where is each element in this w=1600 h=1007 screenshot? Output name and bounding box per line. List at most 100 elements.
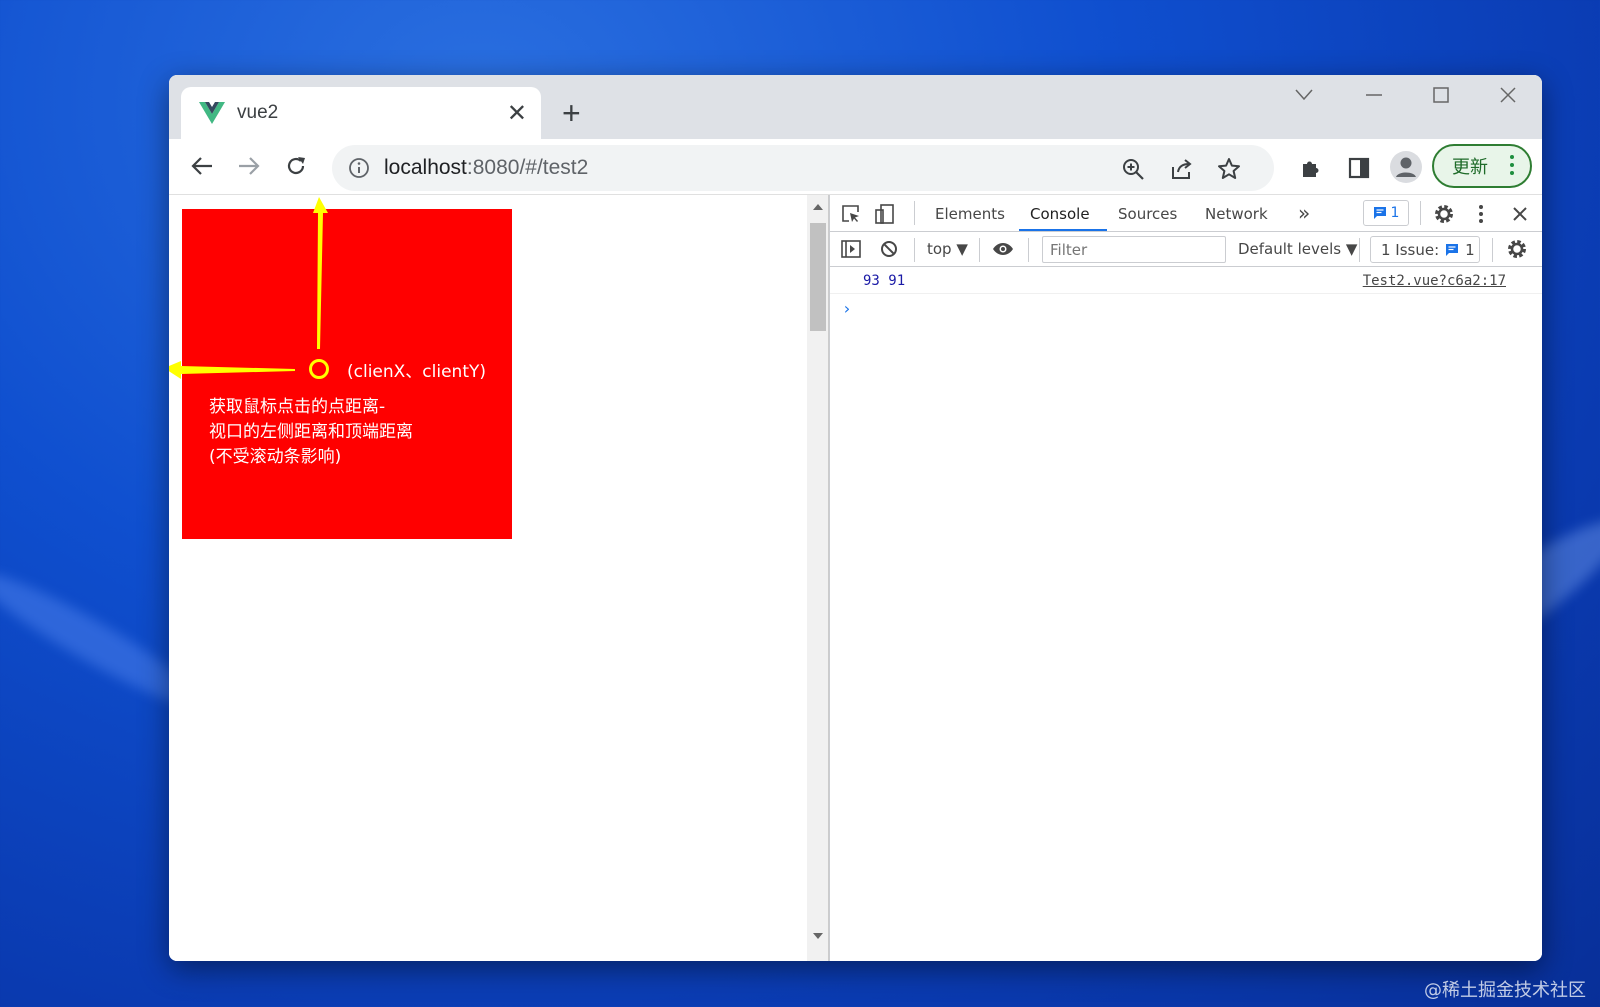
close-icon <box>1513 207 1527 221</box>
live-expression-button[interactable] <box>992 238 1014 260</box>
vue-logo-icon <box>199 102 225 124</box>
more-tabs-icon[interactable]: » <box>1298 201 1310 225</box>
browser-toolbar: localhost:8080/#/test2 更新 <box>169 139 1542 195</box>
tab-search-icon[interactable] <box>1295 89 1313 101</box>
log-source-link[interactable]: Test2.vue?c6a2:17 <box>1363 273 1506 289</box>
avatar-icon <box>1390 151 1422 183</box>
site-info-icon[interactable] <box>348 157 370 179</box>
scroll-up-arrow[interactable] <box>813 204 823 210</box>
tab-elements[interactable]: Elements <box>935 205 1005 223</box>
issues-button[interactable]: 1 Issue: 1 <box>1370 236 1480 263</box>
tab-title: vue2 <box>237 102 279 123</box>
log-message: 93 91 <box>863 273 906 289</box>
puzzle-icon <box>1303 161 1319 177</box>
devtools-panel: Elements Console Sources Network » 1 top… <box>829 195 1542 961</box>
reload-button[interactable] <box>279 149 313 183</box>
console-sidebar-button[interactable] <box>840 238 862 260</box>
gear-icon <box>1508 240 1526 258</box>
new-tab-button[interactable]: + <box>562 95 581 132</box>
issues-label: 1 Issue: <box>1381 240 1440 259</box>
back-arrow-icon <box>191 157 212 175</box>
tab-close-icon[interactable]: ✕ <box>507 99 527 128</box>
settings-button[interactable] <box>1433 203 1455 225</box>
divider <box>1492 238 1493 262</box>
window-close-icon[interactable] <box>1500 87 1516 103</box>
inspect-icon <box>842 205 859 222</box>
maximize-icon[interactable] <box>1433 87 1449 103</box>
update-label: 更新 <box>1452 157 1488 177</box>
forward-arrow-icon <box>239 157 260 175</box>
url-path: :8080/#/test2 <box>466 156 589 179</box>
devtools-tabbar: Elements Console Sources Network » 1 <box>830 195 1542 232</box>
console-prompt[interactable]: › <box>842 299 852 318</box>
update-button[interactable]: 更新 <box>1432 144 1532 188</box>
reload-icon <box>287 157 305 175</box>
console-toolbar: top ▼ Default levels ▼ 1 Issue: 1 <box>830 232 1542 267</box>
up-arrow <box>313 197 328 349</box>
url-host: localhost <box>384 156 467 179</box>
side-panel-button[interactable] <box>1344 153 1374 183</box>
page-viewport: (clienX、clientY) 获取鼠标点击的点距离- 视口的左侧距离和顶端距… <box>169 195 807 961</box>
click-point-marker <box>309 359 329 379</box>
forward-button[interactable] <box>232 149 266 183</box>
share-icon <box>1172 159 1192 179</box>
annotation-line: (不受滚动条影响) <box>209 447 342 467</box>
back-button[interactable] <box>185 149 219 183</box>
zoom-button[interactable] <box>1119 155 1147 183</box>
side-panel-icon <box>1348 157 1370 179</box>
url-text[interactable]: localhost:8080/#/test2 <box>384 156 588 180</box>
eye-icon <box>993 243 1013 255</box>
divider <box>1420 201 1421 225</box>
minimize-icon[interactable] <box>1365 93 1383 97</box>
gear-icon <box>1435 205 1453 223</box>
issue-message-icon <box>1446 243 1459 256</box>
context-selector[interactable]: top ▼ <box>927 240 968 258</box>
inspect-element-button[interactable] <box>840 203 862 225</box>
kebab-menu-icon <box>1479 205 1483 223</box>
devtools-menu-button[interactable] <box>1470 203 1492 225</box>
tab-sources[interactable]: Sources <box>1118 205 1177 223</box>
device-toolbar-button[interactable] <box>874 203 896 225</box>
browser-window: vue2 ✕ + localhost:8080/#/test2 更新 (clie… <box>169 75 1542 961</box>
tab-network[interactable]: Network <box>1205 205 1268 223</box>
annotation-text: 获取鼠标点击的点距离- 视口的左侧距离和顶端距离 (不受滚动条影响) <box>209 395 413 470</box>
tab-strip: vue2 ✕ + <box>169 75 1542 139</box>
watermark: @稀土掘金技术社区 <box>1424 980 1586 1001</box>
issues-count: 1 <box>1465 240 1475 259</box>
filter-input[interactable] <box>1042 236 1226 263</box>
console-settings-button[interactable] <box>1506 238 1528 260</box>
sidebar-toggle-icon <box>841 240 861 258</box>
zoom-in-icon <box>1123 159 1144 180</box>
message-count: 1 <box>1390 205 1400 221</box>
bookmark-button[interactable] <box>1215 155 1243 183</box>
device-icon <box>875 204 894 224</box>
messages-badge[interactable]: 1 <box>1363 200 1409 226</box>
coordinate-label: (clienX、clientY) <box>347 362 487 382</box>
active-tab-indicator <box>1019 229 1107 231</box>
message-icon <box>1373 207 1386 219</box>
browser-tab[interactable]: vue2 ✕ <box>181 87 541 139</box>
tab-console[interactable]: Console <box>1030 205 1090 223</box>
clear-console-button[interactable] <box>878 238 900 260</box>
address-bar[interactable]: localhost:8080/#/test2 <box>332 145 1274 191</box>
close-devtools-button[interactable] <box>1509 203 1531 225</box>
profile-button[interactable] <box>1388 149 1424 185</box>
left-arrow <box>169 361 295 379</box>
clear-icon <box>881 241 897 257</box>
annotation-line: 获取鼠标点击的点距离- <box>209 397 386 417</box>
divider <box>1359 238 1360 262</box>
divider <box>1028 238 1029 262</box>
divider <box>914 238 915 262</box>
share-button[interactable] <box>1167 155 1195 183</box>
extensions-button[interactable] <box>1297 153 1327 183</box>
console-log-row: 93 91 Test2.vue?c6a2:17 <box>830 267 1542 294</box>
divider <box>914 201 915 225</box>
log-levels-dropdown[interactable]: Default levels ▼ <box>1238 240 1357 258</box>
scroll-thumb[interactable] <box>810 223 826 331</box>
more-menu-icon <box>1510 155 1514 179</box>
page-scrollbar[interactable] <box>807 195 829 961</box>
scroll-down-arrow[interactable] <box>813 933 823 939</box>
divider <box>979 238 980 262</box>
star-icon <box>1218 158 1240 179</box>
annotation-line: 视口的左侧距离和顶端距离 <box>209 422 413 442</box>
